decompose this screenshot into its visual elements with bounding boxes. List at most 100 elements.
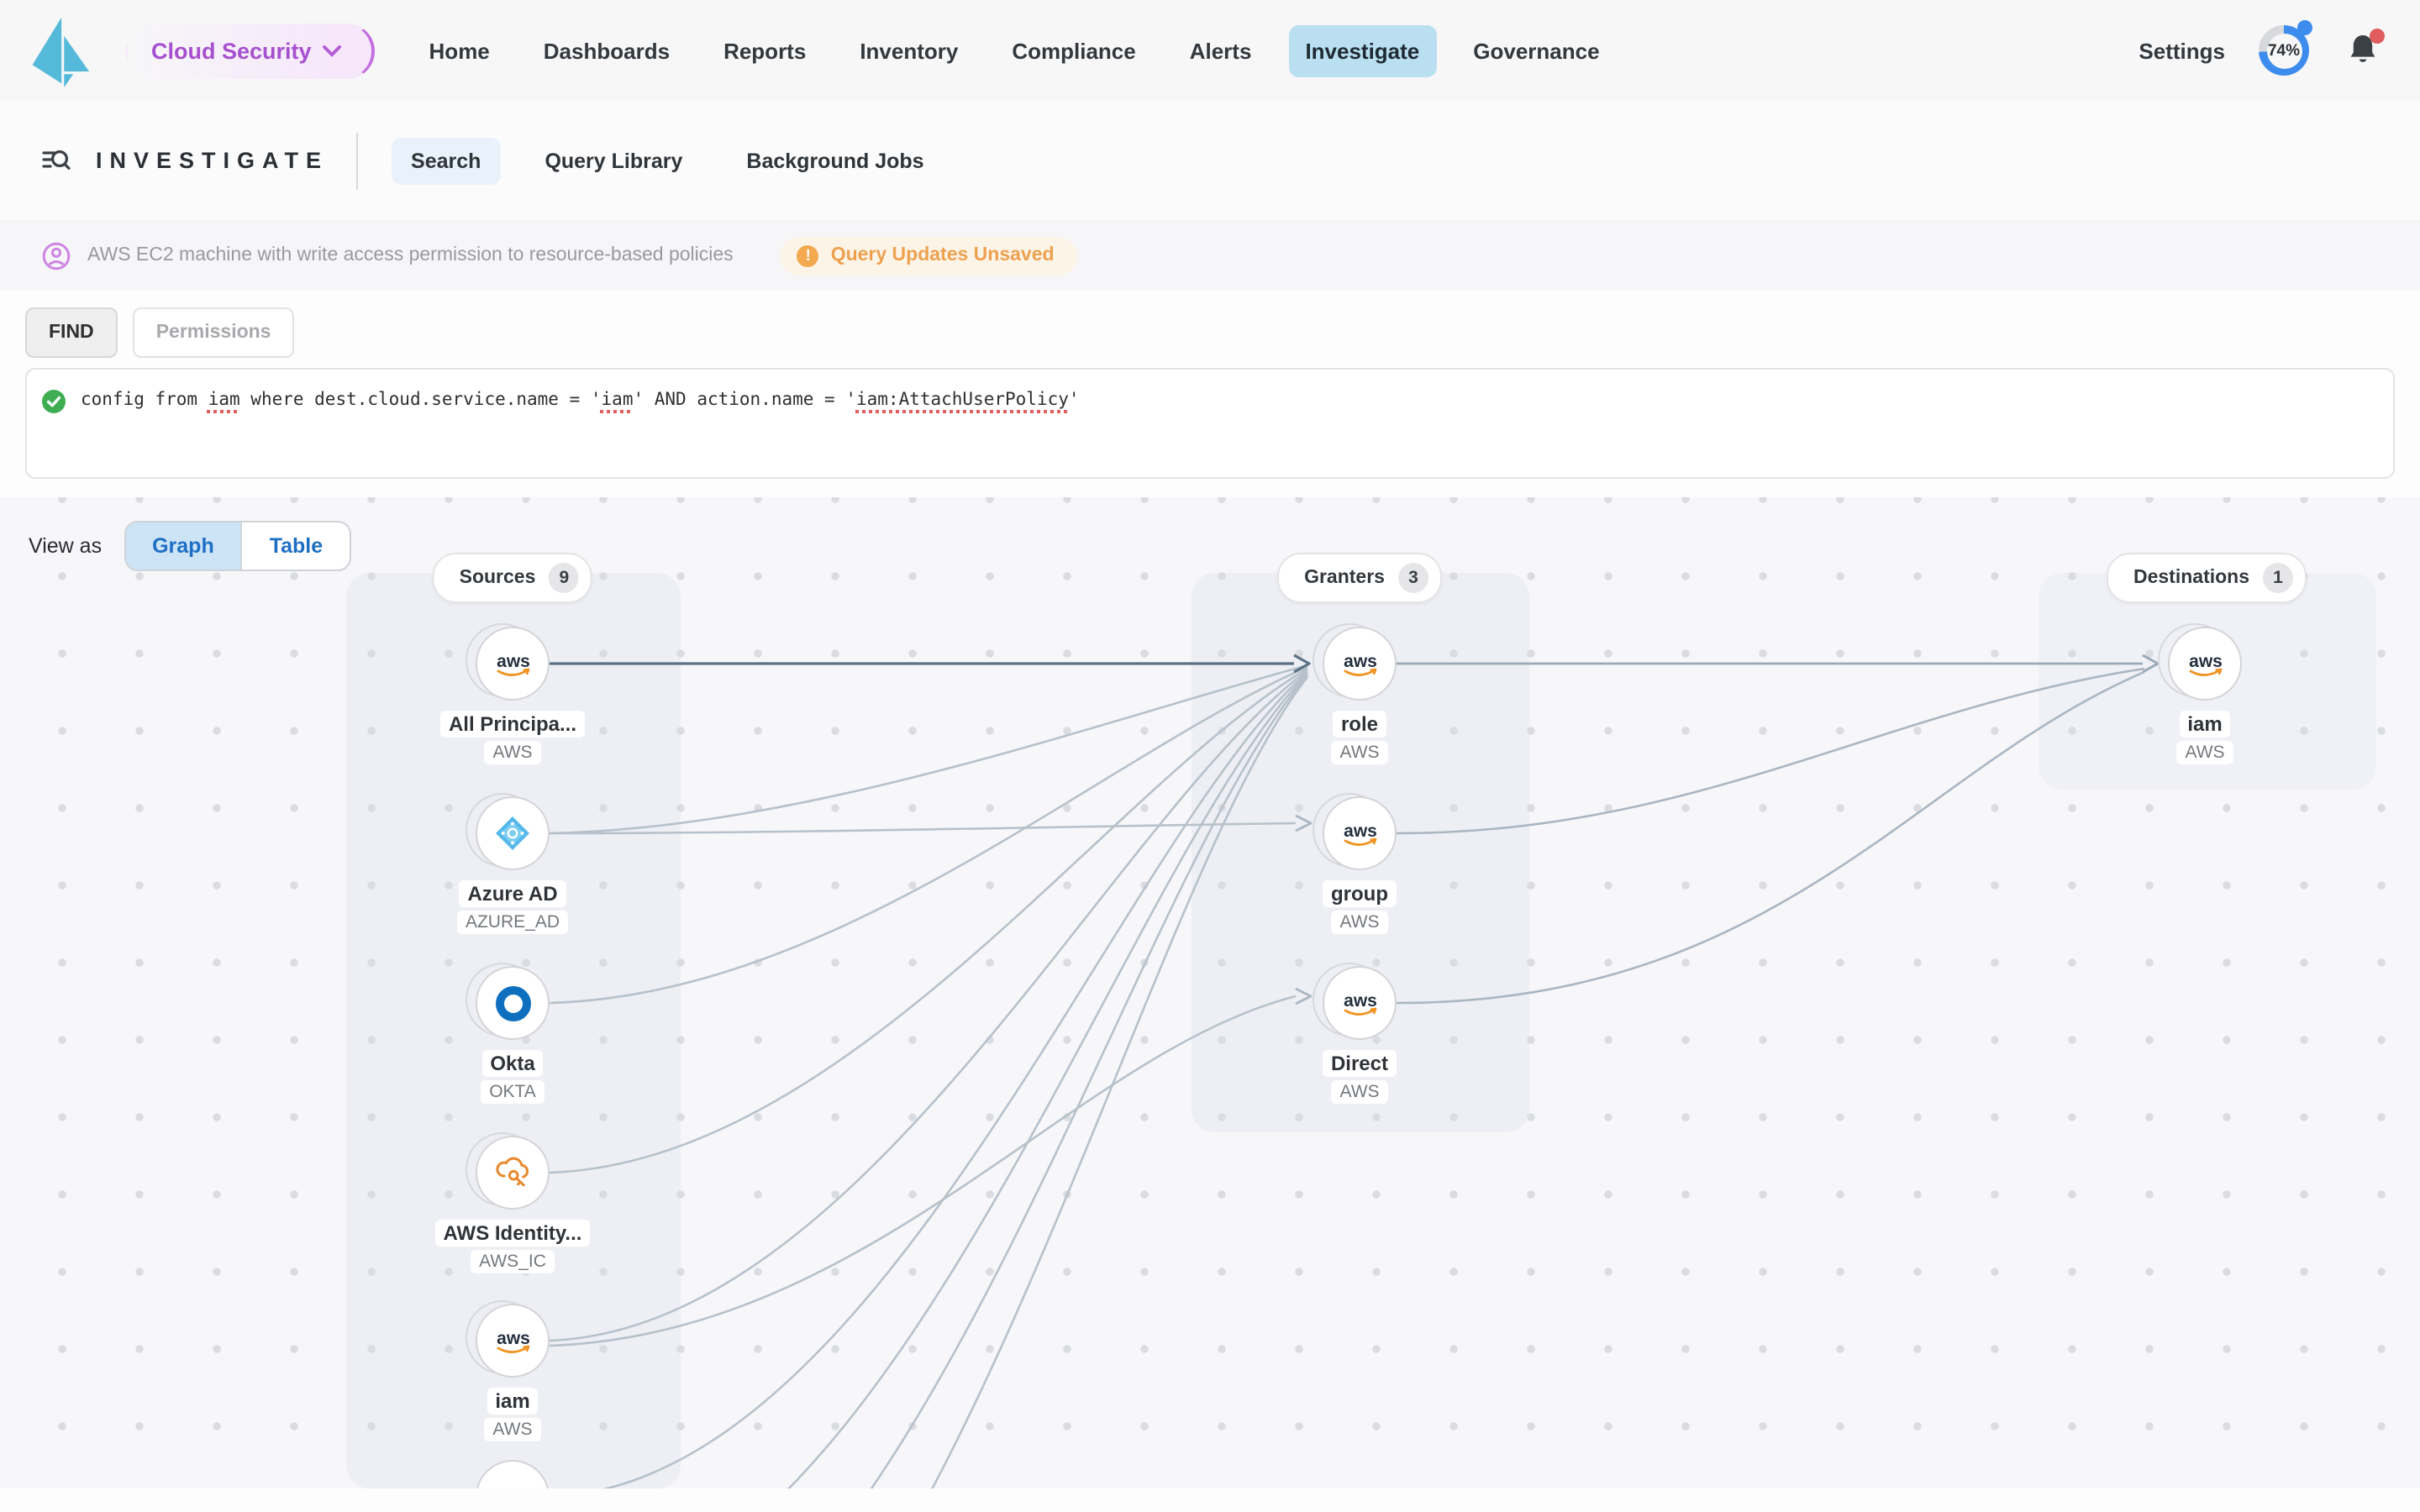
results-graph-canvas[interactable]: View as Graph Table Sources 9 Granters 3… bbox=[0, 497, 2420, 1488]
tab-search[interactable]: Search bbox=[391, 137, 502, 184]
destinations-pill[interactable]: Destinations 1 bbox=[2106, 553, 2307, 603]
source-node-all-principals[interactable]: aws All Principa... AWS bbox=[412, 623, 613, 764]
view-toggle-table[interactable]: Table bbox=[240, 522, 350, 570]
svg-text:aws: aws bbox=[1343, 821, 1376, 840]
aws-icon: aws bbox=[1343, 821, 1376, 845]
aws-icon: aws bbox=[1343, 651, 1376, 675]
product-switcher[interactable]: Cloud Security bbox=[126, 23, 376, 78]
nav-item-compliance[interactable]: Compliance bbox=[995, 24, 1152, 76]
sources-pill[interactable]: Sources 9 bbox=[432, 553, 593, 603]
profile-progress-ring[interactable]: 74% bbox=[2259, 20, 2312, 76]
valid-check-icon bbox=[42, 390, 66, 413]
node-name: Direct bbox=[1322, 1050, 1397, 1077]
source-node-azure-ad[interactable]: Azure AD AZURE_AD bbox=[412, 793, 613, 934]
destination-node-iam[interactable]: aws iam AWS bbox=[2104, 623, 2306, 764]
progress-dot bbox=[2297, 20, 2312, 35]
sources-count-badge: 9 bbox=[549, 563, 580, 593]
destinations-count-badge: 1 bbox=[2263, 563, 2294, 593]
chevron-down-icon bbox=[323, 45, 342, 56]
aws-identity-center-icon bbox=[496, 1157, 529, 1187]
node-name: iam bbox=[487, 1388, 539, 1415]
nav-item-reports[interactable]: Reports bbox=[707, 24, 823, 76]
node-type: AZURE_AD bbox=[456, 911, 568, 934]
brand-logo-icon[interactable] bbox=[22, 3, 96, 97]
tab-background-jobs[interactable]: Background Jobs bbox=[726, 137, 944, 184]
source-node-partial[interactable] bbox=[412, 1460, 613, 1488]
node-name: Okta bbox=[481, 1050, 544, 1077]
source-node-aws-identity-center[interactable]: AWS Identity... AWS_IC bbox=[412, 1132, 613, 1273]
view-as-label: View as bbox=[29, 534, 103, 558]
source-node-okta[interactable]: Okta OKTA bbox=[412, 963, 613, 1104]
view-as-control: View as Graph Table bbox=[29, 521, 352, 571]
divider bbox=[355, 132, 358, 189]
node-type: AWS bbox=[1331, 1080, 1388, 1104]
svg-text:aws: aws bbox=[1343, 651, 1376, 670]
nav-item-governance[interactable]: Governance bbox=[1456, 24, 1616, 76]
nav-right: Settings 74% bbox=[2139, 20, 2385, 76]
progress-value: 74% bbox=[2267, 41, 2300, 60]
query-tabs: FIND Permissions bbox=[25, 307, 2420, 358]
settings-button[interactable]: Settings bbox=[2139, 38, 2225, 63]
tab-query-library[interactable]: Query Library bbox=[524, 137, 702, 184]
notification-badge bbox=[2370, 29, 2385, 44]
destinations-pill-label: Destinations bbox=[2133, 568, 2250, 588]
unsaved-badge-label: Query Updates Unsaved bbox=[830, 245, 1055, 265]
investigate-subheader: INVESTIGATE Search Query Library Backgro… bbox=[0, 101, 2420, 222]
granter-node-group[interactable]: aws group AWS bbox=[1259, 793, 1460, 934]
granters-pill[interactable]: Granters 3 bbox=[1277, 553, 1442, 603]
svg-text:aws: aws bbox=[496, 1328, 529, 1347]
granters-pill-label: Granters bbox=[1304, 568, 1385, 588]
query-code: config from iam where dest.cloud.service… bbox=[81, 390, 1080, 410]
node-name: All Principa... bbox=[439, 711, 586, 738]
node-type: AWS_IC bbox=[471, 1250, 555, 1273]
svg-text:aws: aws bbox=[496, 651, 529, 670]
tab-permissions[interactable]: Permissions bbox=[132, 307, 295, 358]
sources-pill-label: Sources bbox=[459, 568, 536, 588]
svg-text:aws: aws bbox=[2188, 651, 2222, 670]
aws-icon: aws bbox=[496, 1328, 529, 1352]
node-type: AWS bbox=[1331, 741, 1388, 764]
unsaved-badge[interactable]: ! Query Updates Unsaved bbox=[780, 236, 1078, 275]
subheader-tabs: Search Query Library Background Jobs bbox=[391, 137, 944, 184]
tab-find[interactable]: FIND bbox=[25, 307, 118, 358]
notifications-bell-icon[interactable] bbox=[2343, 29, 2385, 71]
node-type: AWS bbox=[2176, 741, 2233, 764]
top-nav: Cloud Security Home Dashboards Reports I… bbox=[0, 0, 2420, 101]
azure-ad-icon bbox=[496, 816, 529, 850]
app-root: Cloud Security Home Dashboards Reports I… bbox=[0, 0, 2420, 1512]
view-toggle: Graph Table bbox=[124, 521, 352, 571]
nav-item-alerts[interactable]: Alerts bbox=[1173, 24, 1269, 76]
search-list-icon bbox=[42, 150, 71, 170]
okta-icon bbox=[495, 985, 530, 1021]
nav-item-home[interactable]: Home bbox=[413, 24, 507, 76]
query-description-row: AWS EC2 machine with write access permis… bbox=[0, 220, 2420, 291]
nav-item-investigate[interactable]: Investigate bbox=[1288, 24, 1437, 76]
node-type: OKTA bbox=[481, 1080, 544, 1104]
node-name: Azure AD bbox=[459, 880, 566, 907]
aws-icon: aws bbox=[1343, 990, 1376, 1015]
nav-item-dashboards[interactable]: Dashboards bbox=[527, 24, 687, 76]
view-toggle-graph[interactable]: Graph bbox=[125, 522, 241, 570]
granter-node-role[interactable]: aws role AWS bbox=[1259, 623, 1460, 764]
query-code-editor[interactable]: config from iam where dest.cloud.service… bbox=[25, 368, 2395, 479]
node-type: AWS bbox=[484, 1418, 541, 1441]
granter-node-direct[interactable]: aws Direct AWS bbox=[1259, 963, 1460, 1104]
user-icon bbox=[42, 241, 71, 270]
query-editor-section: FIND Permissions config from iam where d… bbox=[0, 291, 2420, 499]
aws-icon: aws bbox=[496, 651, 529, 675]
svg-text:aws: aws bbox=[1343, 990, 1376, 1010]
nav-item-inventory[interactable]: Inventory bbox=[843, 24, 975, 76]
source-node-iam[interactable]: aws iam AWS bbox=[412, 1300, 613, 1441]
node-name: group bbox=[1323, 880, 1397, 907]
query-description: AWS EC2 machine with write access permis… bbox=[87, 245, 734, 265]
main-nav-links: Home Dashboards Reports Inventory Compli… bbox=[413, 24, 1617, 76]
aws-icon: aws bbox=[2188, 651, 2222, 675]
node-name: iam bbox=[2179, 711, 2231, 738]
node-type: AWS bbox=[1331, 911, 1388, 934]
granters-count-badge: 3 bbox=[1397, 563, 1428, 593]
product-name: Cloud Security bbox=[151, 38, 312, 63]
node-name: AWS Identity... bbox=[434, 1220, 591, 1247]
node-type: AWS bbox=[484, 741, 541, 764]
bottom-strip bbox=[0, 1488, 2420, 1512]
warning-icon: ! bbox=[797, 244, 819, 266]
